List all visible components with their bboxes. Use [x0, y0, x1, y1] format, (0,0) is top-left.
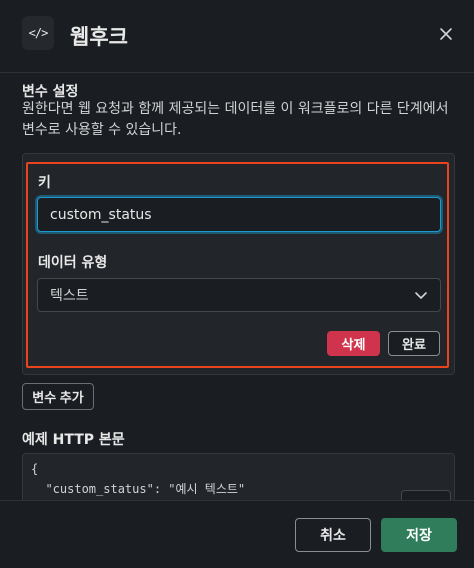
done-button[interactable]: 완료 [388, 331, 440, 356]
data-type-select[interactable]: 텍스트 [37, 278, 441, 312]
key-input[interactable] [37, 197, 441, 232]
data-type-value: 텍스트 [50, 288, 89, 304]
header-divider [0, 72, 474, 73]
variables-section-description: 원한다면 웹 요청과 함께 제공되는 데이터를 이 워크플로의 다른 단계에서 … [22, 101, 449, 138]
code-line: { [31, 462, 39, 476]
modal-header: </> 웹후크 [0, 0, 474, 72]
close-icon [440, 28, 452, 40]
example-body-title: 예제 HTTP 본문 [22, 432, 125, 448]
save-button[interactable]: 저장 [381, 518, 457, 552]
data-type-label: 데이터 유형 [38, 255, 108, 271]
modal-title: 웹후크 [70, 25, 128, 49]
delete-button[interactable]: 삭제 [327, 331, 380, 356]
footer-divider [0, 500, 474, 501]
modal-footer: 취소 저장 [0, 500, 474, 568]
cancel-button[interactable]: 취소 [295, 518, 371, 552]
code-icon: </> [22, 16, 54, 50]
webhook-modal: </> 웹후크 변수 설정 원한다면 웹 요청과 함께 제공되는 데이터를 이 … [0, 0, 474, 568]
chevron-down-icon [415, 292, 427, 299]
close-button[interactable] [434, 22, 458, 46]
add-variable-button[interactable]: 변수 추가 [22, 383, 94, 410]
key-label: 키 [38, 175, 51, 191]
variables-section-title: 변수 설정 [22, 84, 79, 100]
code-line: "custom_status": "예시 텍스트" [31, 482, 246, 496]
